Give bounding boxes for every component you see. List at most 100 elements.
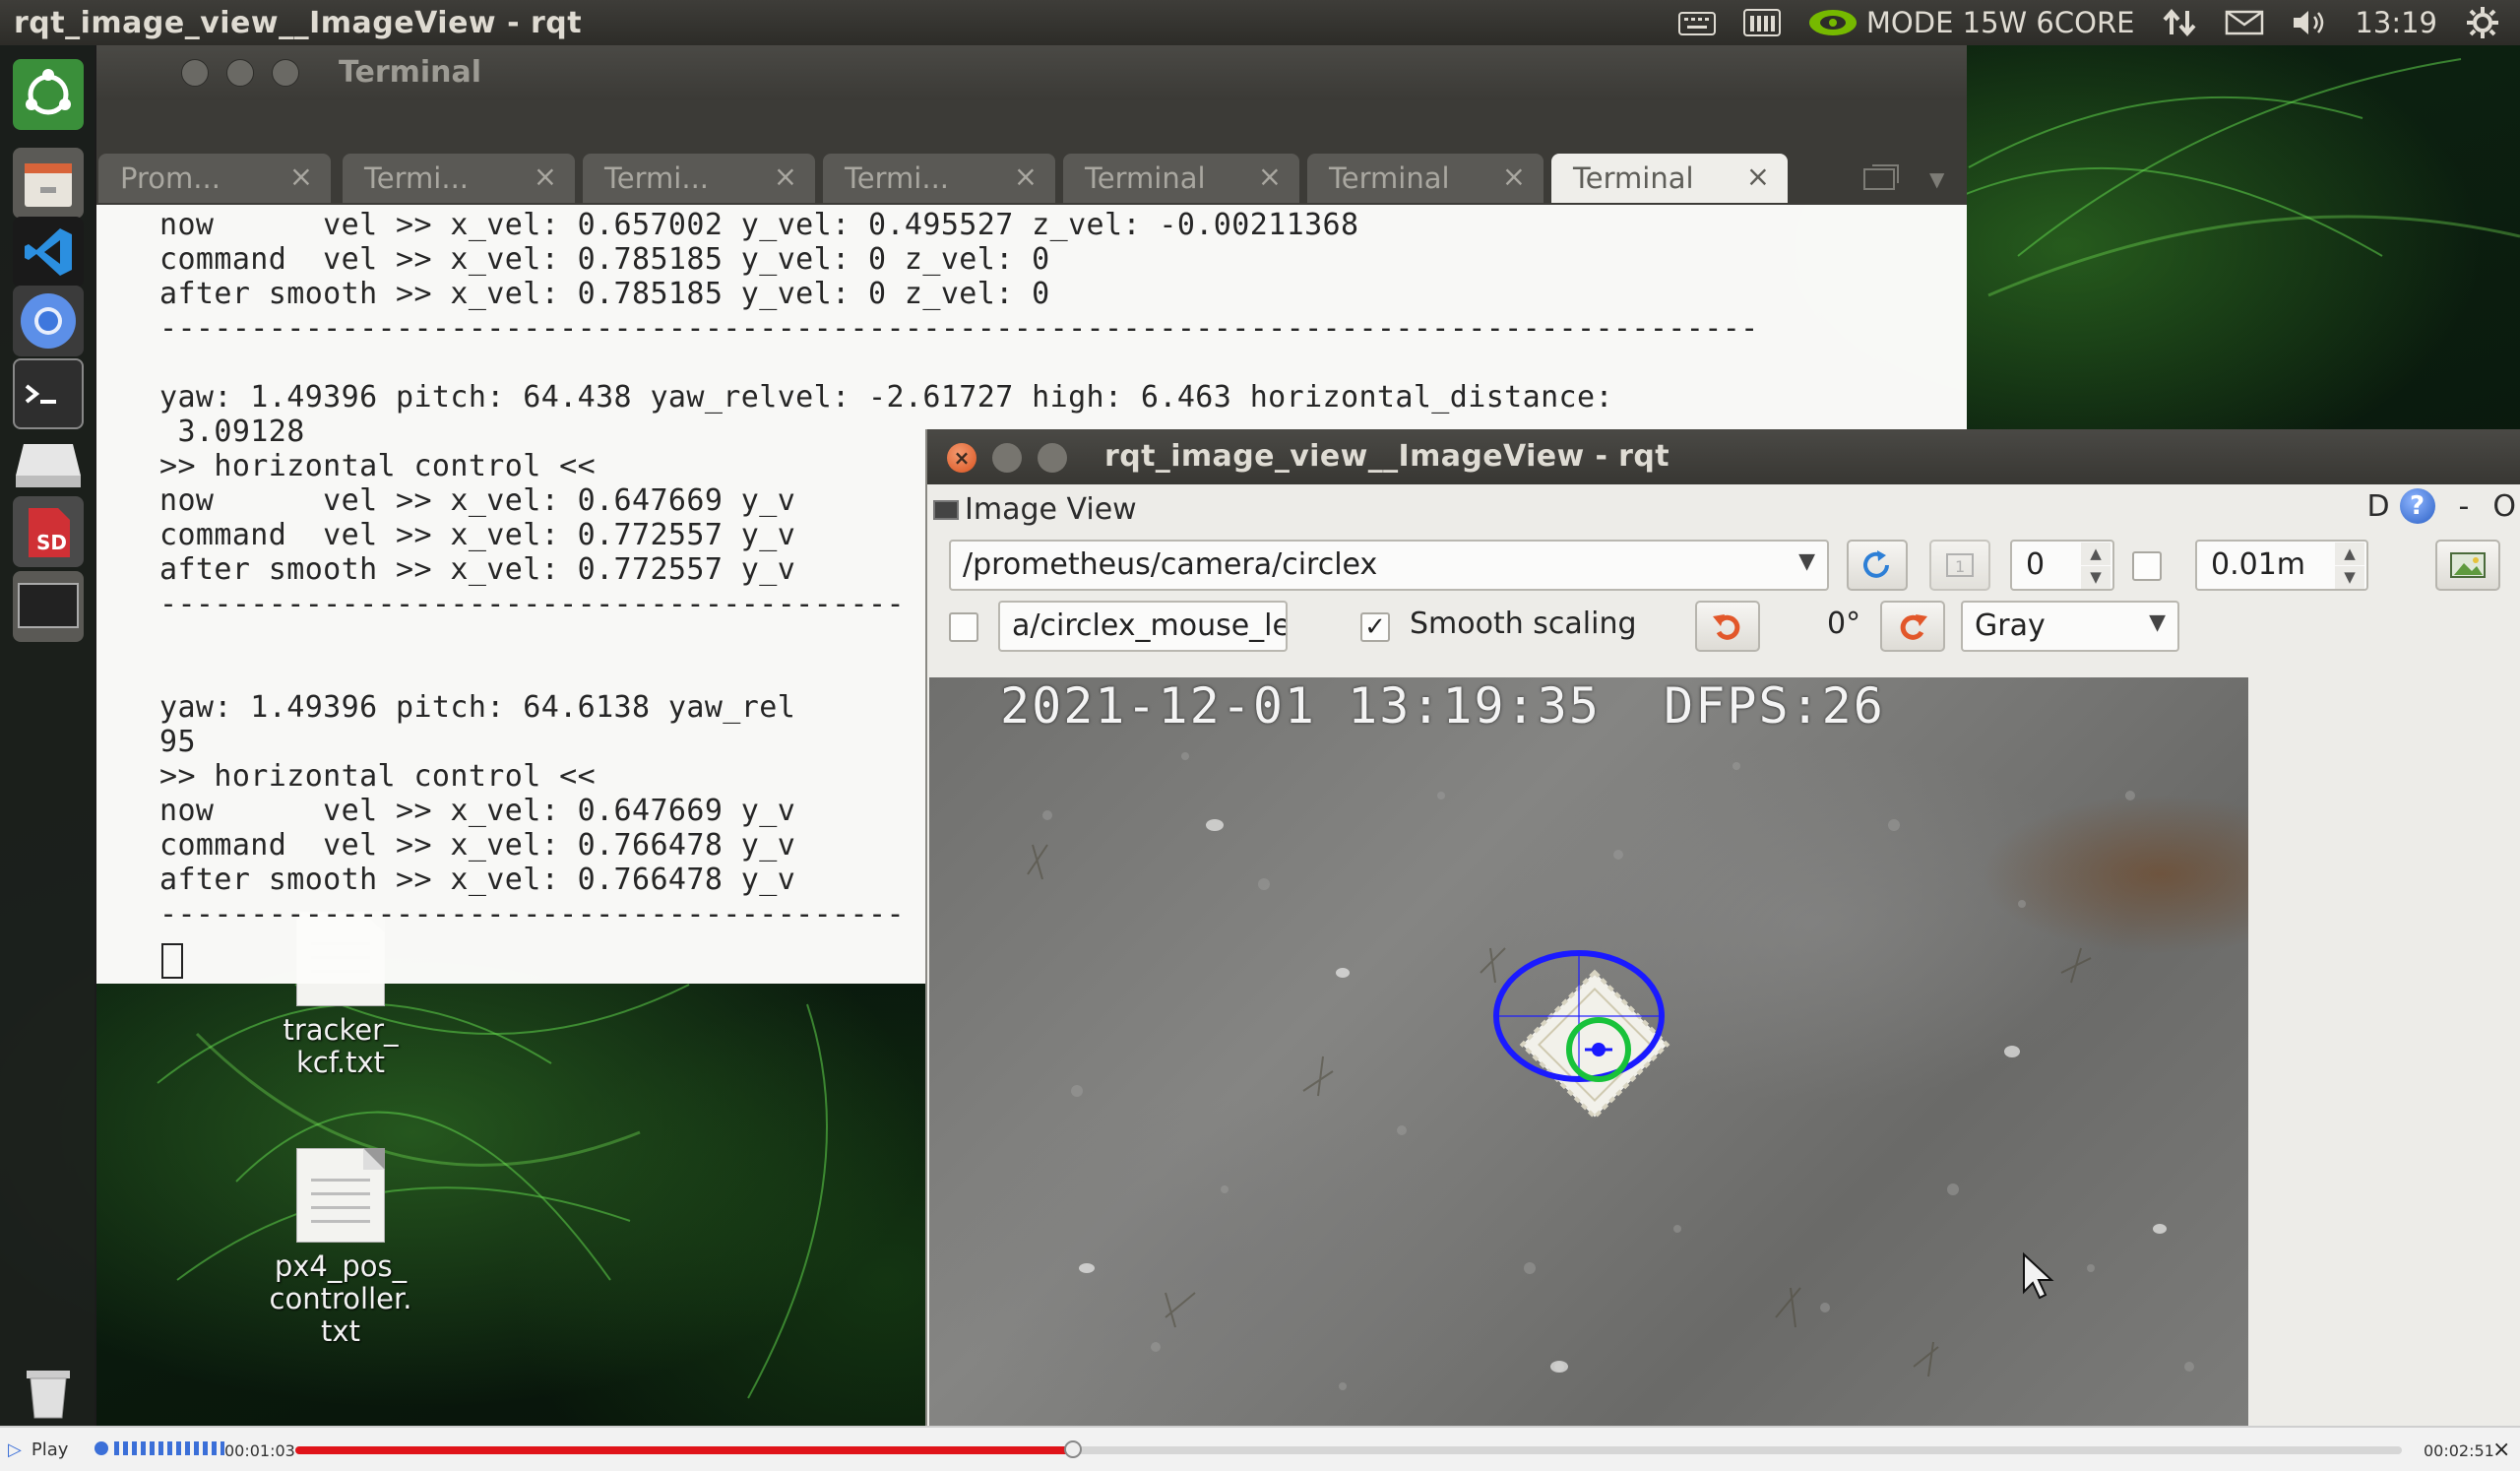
close-window-icon[interactable]: × <box>947 443 976 473</box>
nvidia-icon <box>1807 7 1858 38</box>
mail-icon[interactable] <box>2225 7 2264 38</box>
close-tab-icon[interactable]: × <box>289 160 313 193</box>
file-manager-icon[interactable] <box>13 148 84 219</box>
text-cursor <box>161 943 183 979</box>
mouse-publish-checkbox[interactable] <box>949 612 978 642</box>
chevron-down-icon: ▼ <box>2149 610 2166 635</box>
terminal-line: yaw: 1.49396 pitch: 64.6138 yaw_rel <box>159 690 796 725</box>
close-window-icon[interactable] <box>181 59 209 87</box>
tab-label: Termi... <box>604 161 710 195</box>
tab-menu-chevron-down-icon[interactable]: ▼ <box>1929 167 1944 191</box>
max-range-spinbox[interactable]: 0.01m ▲ ▼ <box>2195 540 2368 591</box>
close-tab-icon[interactable]: × <box>1746 160 1770 193</box>
refresh-topics-button[interactable] <box>1847 540 1908 591</box>
terminal-tab[interactable]: Terminal × <box>1063 154 1299 203</box>
play-button[interactable]: ▷ Play <box>8 1439 68 1460</box>
terminal-tab[interactable]: Prom... × <box>98 154 331 203</box>
power-mode-indicator[interactable]: MODE 15W 6CORE <box>1807 6 2135 39</box>
terminal-tab[interactable]: Termi... × <box>583 154 815 203</box>
close-player-icon[interactable]: × <box>2492 1438 2510 1462</box>
topic-select-value: /prometheus/camera/circlex <box>963 547 1378 582</box>
smooth-scaling-label: Smooth scaling <box>1410 607 1637 641</box>
spin-down-icon[interactable]: ▼ <box>2081 566 2110 589</box>
cpu-monitor-icon[interactable] <box>1742 7 1782 38</box>
clock[interactable]: 13:19 <box>2355 6 2437 39</box>
new-tab-icon[interactable] <box>1860 161 1900 197</box>
keyboard-icon[interactable] <box>1677 7 1717 38</box>
rotate-right-icon <box>1900 614 1927 640</box>
total-time: 00:02:51 <box>2424 1441 2494 1460</box>
seek-bar[interactable] <box>295 1440 2402 1458</box>
seek-handle[interactable] <box>1063 1440 1082 1458</box>
volume-control[interactable] <box>94 1441 224 1455</box>
plugin-title: Image View <box>965 492 1137 527</box>
speaker-icon <box>94 1441 108 1455</box>
close-plugin-button[interactable]: O <box>2492 489 2516 524</box>
vscode-icon[interactable] <box>13 217 84 288</box>
terminal-line: >> horizontal control << <box>159 449 597 483</box>
chromium-icon[interactable] <box>13 286 84 356</box>
dynamic-range-spinbox[interactable]: 0 ▲ ▼ <box>2010 540 2114 591</box>
terminal-line: yaw: 1.49396 pitch: 64.438 yaw_relvel: -… <box>159 380 1613 415</box>
maximize-window-icon[interactable] <box>1038 443 1067 473</box>
ubuntu-home-icon[interactable] <box>13 59 84 130</box>
color-scheme-select[interactable]: Gray ▼ <box>1961 601 2179 652</box>
terminal-line: command vel >> x_vel: 0.785185 y_vel: 0 … <box>159 242 1050 277</box>
close-tab-icon[interactable]: × <box>534 160 557 193</box>
trash-icon[interactable] <box>13 1355 84 1426</box>
mouse-topic-input[interactable]: a/circlex_mouse_left <box>998 601 1288 652</box>
image-view-plugin-icon <box>933 500 959 520</box>
minimize-window-icon[interactable] <box>226 59 254 87</box>
tab-label: Termi... <box>364 161 470 195</box>
text-file-icon <box>296 1148 385 1243</box>
maximize-window-icon[interactable] <box>272 59 299 87</box>
volume-level-bars[interactable] <box>114 1441 224 1455</box>
terminal-title: Terminal <box>339 55 482 90</box>
rotate-right-button[interactable] <box>1880 601 1945 652</box>
dock-d-button[interactable]: D <box>2366 489 2389 524</box>
active-window-title: rqt_image_view__ImageView - rqt <box>14 5 583 40</box>
terminal-icon[interactable] <box>13 358 84 429</box>
rotate-left-button[interactable] <box>1695 601 1760 652</box>
network-arrows-icon[interactable] <box>2160 7 2199 38</box>
camera-image[interactable]: 2021-12-01 13:19:35 DFPS:26 <box>929 677 2248 1426</box>
spin-down-icon[interactable]: ▼ <box>2335 566 2364 589</box>
save-image-button[interactable] <box>2435 540 2500 591</box>
close-tab-icon[interactable]: × <box>774 160 797 193</box>
power-mode-label: MODE 15W 6CORE <box>1865 6 2135 39</box>
spin-up-icon[interactable]: ▲ <box>2081 543 2110 565</box>
close-tab-icon[interactable]: × <box>1014 160 1038 193</box>
terminal-line: after smooth >> x_vel: 0.785185 y_vel: 0… <box>159 277 1050 311</box>
settings-gear-icon[interactable] <box>2463 7 2502 38</box>
minimize-plugin-button[interactable]: - <box>2459 489 2470 524</box>
terminal-line: after smooth >> x_vel: 0.772557 y_v <box>159 552 796 587</box>
drive-icon[interactable] <box>13 429 84 500</box>
mouse-pointer-icon <box>2023 1251 2054 1300</box>
smooth-scaling-checkbox[interactable]: ✓ <box>1360 612 1390 642</box>
zoom-1-button[interactable]: 1 <box>1929 540 1990 591</box>
minimize-window-icon[interactable] <box>992 443 1022 473</box>
terminal-tab[interactable]: Termi... × <box>823 154 1055 203</box>
rqt-titlebar[interactable]: × rqt_image_view__ImageView - rqt <box>927 429 2520 484</box>
max-range-value: 0.01m <box>2211 547 2306 582</box>
svg-text:1: 1 <box>1955 557 1965 576</box>
close-tab-icon[interactable]: × <box>1502 160 1526 193</box>
close-tab-icon[interactable]: × <box>1258 160 1282 193</box>
screen-icon[interactable] <box>13 571 84 642</box>
help-icon[interactable]: ? <box>2399 488 2435 524</box>
tab-label: Terminal <box>1085 161 1206 195</box>
tab-label: Prom... <box>120 161 220 195</box>
elapsed-time: 00:01:03 <box>224 1441 295 1460</box>
topic-select[interactable]: /prometheus/camera/circlex ▼ <box>949 540 1829 591</box>
terminal-tab-active[interactable]: Terminal × <box>1551 154 1788 203</box>
spin-up-icon[interactable]: ▲ <box>2335 543 2364 565</box>
terminal-tab[interactable]: Terminal × <box>1307 154 1544 203</box>
max-range-checkbox[interactable] <box>2132 551 2162 581</box>
seek-progress <box>295 1446 1073 1454</box>
terminal-titlebar[interactable]: Terminal <box>96 45 1967 100</box>
terminal-tab[interactable]: Termi... × <box>343 154 575 203</box>
desktop-file-px4-pos-controller[interactable]: px4_pos_ controller. txt <box>262 1148 419 1348</box>
terminal-line: >> horizontal control << <box>159 759 597 794</box>
sd-card-icon[interactable]: SD <box>13 496 84 567</box>
volume-icon[interactable] <box>2290 7 2329 38</box>
